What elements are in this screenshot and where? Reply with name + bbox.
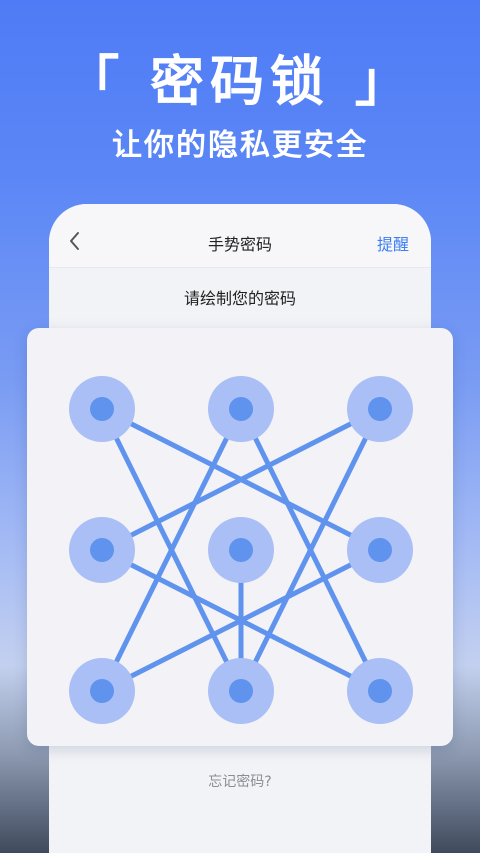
pattern-node-9[interactable] [347,658,413,724]
pattern-canvas[interactable] [27,328,453,746]
page-title: 手势密码 [207,235,272,254]
nav-bar: 手势密码 提醒 [49,204,431,268]
pattern-node-dot [229,397,253,421]
pattern-nodes [69,376,413,724]
pattern-node-dot [368,679,392,703]
pattern-node-dot [90,397,114,421]
pattern-node-5[interactable] [208,517,274,583]
pattern-node-1[interactable] [69,376,135,442]
pattern-node-8[interactable] [208,658,274,724]
pattern-node-dot [368,397,392,421]
pattern-node-dot [229,538,253,562]
pattern-node-dot [90,538,114,562]
pattern-node-7[interactable] [69,658,135,724]
pattern-node-3[interactable] [347,376,413,442]
hero-subtitle: 让你的隐私更安全 [112,128,368,163]
pattern-node-2[interactable] [208,376,274,442]
pattern-node-dot [229,679,253,703]
gesture-pattern-pad[interactable] [27,328,453,746]
draw-pattern-prompt: 请绘制您的密码 [183,289,296,308]
pattern-node-6[interactable] [347,517,413,583]
forgot-password-link[interactable]: 忘记密码? [49,772,431,792]
pattern-node-dot [368,538,392,562]
hero-title: 「 密码锁 」 [65,50,415,113]
pattern-node-dot [90,679,114,703]
pattern-node-4[interactable] [69,517,135,583]
remind-button[interactable]: 提醒 [377,234,409,256]
